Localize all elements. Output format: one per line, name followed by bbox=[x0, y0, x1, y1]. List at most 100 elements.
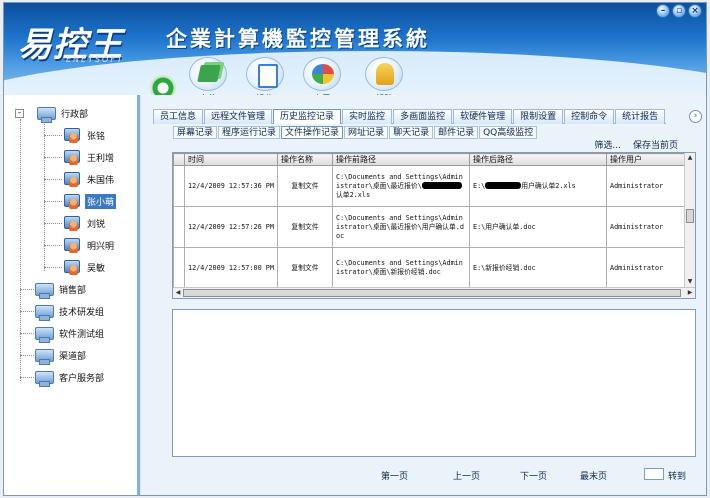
subtab-urls[interactable]: 网址记录 bbox=[344, 126, 389, 139]
cell-after: E:\ 用户确认单2.xls bbox=[469, 165, 607, 207]
app-title: 企業計算機監控管理系統 bbox=[166, 27, 430, 51]
scroll-down-icon[interactable]: ▼ bbox=[686, 278, 694, 286]
tree-guide bbox=[44, 157, 62, 158]
view-icon bbox=[303, 57, 341, 91]
restore-button[interactable]: ▫ bbox=[672, 4, 686, 18]
col-header-after[interactable]: 操作后路径 bbox=[469, 153, 607, 166]
tree-user[interactable]: 张铭 bbox=[62, 125, 107, 145]
toolbar-view-button[interactable]: 查看 bbox=[296, 57, 348, 95]
tree-user[interactable]: 朱国伟 bbox=[62, 169, 116, 189]
table-row[interactable]: 12/4/2009 12:57:26 PM 复制文件 C:\Documents … bbox=[173, 206, 686, 248]
minimize-button[interactable]: – bbox=[656, 4, 670, 18]
tree-group-service[interactable]: 客户服务部 bbox=[34, 367, 106, 387]
scroll-thumb[interactable] bbox=[183, 289, 681, 297]
tree-group-qa[interactable]: 软件测试组 bbox=[34, 323, 106, 343]
tab-hardware[interactable]: 软硬件管理 bbox=[453, 109, 513, 124]
main-panel: 员工信息 远程文件管理 历史监控记录 实时监控 多画面监控 软硬件管理 限制设置… bbox=[141, 95, 706, 495]
tree-user[interactable]: 吴敏 bbox=[62, 257, 107, 277]
tab-commands[interactable]: 控制命令 bbox=[564, 109, 615, 124]
tree-user[interactable]: 明兴明 bbox=[62, 235, 116, 255]
tree-user-label: 张小萌 bbox=[85, 193, 117, 209]
tree-group-rnd[interactable]: 技术研发组 bbox=[34, 301, 106, 321]
detail-pane bbox=[172, 309, 696, 457]
close-button[interactable]: × bbox=[688, 4, 702, 18]
last-page-button[interactable]: 最末页 bbox=[580, 469, 607, 482]
cell-after: E:\新报价经销.doc bbox=[469, 247, 607, 289]
tab-employee-info[interactable]: 员工信息 bbox=[153, 109, 204, 124]
window-controls: – ▫ × bbox=[656, 4, 702, 18]
main-tabs: 员工信息 远程文件管理 历史监控记录 实时监控 多画面监控 软硬件管理 限制设置… bbox=[153, 109, 667, 124]
tree-guide bbox=[44, 223, 62, 224]
cell-before: C:\Documents and Settings\Administrator\… bbox=[332, 247, 470, 289]
scroll-up-icon[interactable]: ▲ bbox=[686, 154, 694, 162]
cell-time: 12/4/2009 12:57:36 PM bbox=[184, 165, 278, 207]
row-selector[interactable] bbox=[173, 247, 185, 289]
tab-restrictions[interactable]: 限制设置 bbox=[513, 109, 564, 124]
tree-user[interactable]: 王利增 bbox=[62, 147, 116, 167]
col-header-user[interactable]: 操作用户 bbox=[606, 153, 686, 166]
scroll-right-icon[interactable]: ▶ bbox=[686, 289, 694, 297]
user-icon bbox=[62, 192, 82, 210]
scroll-thumb[interactable] bbox=[686, 209, 694, 223]
tree-guide bbox=[44, 135, 62, 136]
subtab-mail[interactable]: 邮件记录 bbox=[434, 126, 479, 139]
tree-user[interactable]: 刘锐 bbox=[62, 213, 107, 233]
tab-reports[interactable]: 统计报告 bbox=[615, 109, 666, 124]
col-header-time[interactable]: 时间 bbox=[184, 153, 278, 166]
table-row[interactable]: 12/4/2009 12:57:36 PM 复制文件 C:\Documents … bbox=[173, 165, 686, 207]
tree-guide bbox=[44, 267, 62, 268]
row-selector[interactable] bbox=[173, 206, 185, 248]
page-number-input[interactable] bbox=[644, 468, 664, 480]
row-selector[interactable] bbox=[173, 165, 185, 207]
subtab-screen[interactable]: 屏幕记录 bbox=[173, 126, 218, 139]
tree-guide bbox=[44, 179, 62, 180]
tree-user-label: 朱国伟 bbox=[87, 175, 115, 186]
user-icon bbox=[62, 126, 82, 144]
jump-button[interactable]: 转到 bbox=[668, 469, 686, 482]
cell-action: 复制文件 bbox=[277, 247, 333, 289]
cell-user: Administrator bbox=[606, 206, 686, 248]
first-page-button[interactable]: 第一页 bbox=[381, 469, 408, 482]
app-window: 易控王 ENETSOFT 企業計算機監控管理系統 – ▫ × 文件 操作 查看 … bbox=[3, 2, 707, 496]
subtab-qq[interactable]: QQ高级监控 bbox=[479, 126, 538, 139]
col-header-before[interactable]: 操作前路径 bbox=[332, 153, 470, 166]
tree-user-label: 王利增 bbox=[87, 153, 115, 164]
vertical-scrollbar[interactable]: ▲ ▼ bbox=[684, 153, 695, 287]
next-page-button[interactable]: 下一页 bbox=[520, 469, 547, 482]
col-header-action[interactable]: 操作名称 bbox=[277, 153, 333, 166]
table-row[interactable]: 12/4/2009 12:57:00 PM 复制文件 C:\Documents … bbox=[173, 247, 686, 289]
tree-group-channel[interactable]: 渠道部 bbox=[34, 345, 88, 365]
logo-subtext: ENETSOFT bbox=[66, 55, 124, 64]
subtab-file-ops[interactable]: 文件操作记录 bbox=[281, 126, 344, 139]
tab-multiscreen[interactable]: 多画面监控 bbox=[393, 109, 453, 124]
filter-link[interactable]: 筛选... bbox=[594, 138, 621, 151]
row-header-cell bbox=[173, 153, 185, 166]
cell-user: Administrator bbox=[606, 165, 686, 207]
help-icon bbox=[365, 57, 403, 91]
tree-guide bbox=[44, 201, 62, 202]
toolbar-file-button[interactable]: 文件 bbox=[182, 57, 234, 95]
subtab-programs[interactable]: 程序运行记录 bbox=[218, 126, 281, 139]
horizontal-scrollbar[interactable]: ◀ ▶ bbox=[173, 287, 695, 298]
group-icon bbox=[34, 280, 54, 299]
tree-user-selected[interactable]: 张小萌 bbox=[62, 191, 117, 211]
tab-realtime[interactable]: 实时监控 bbox=[342, 109, 393, 124]
tree-group-admin[interactable]: 行政部 bbox=[36, 103, 90, 123]
toolbar-operate-button[interactable]: 操作 bbox=[239, 57, 291, 95]
tabs-scroll-icon[interactable]: › bbox=[689, 110, 702, 123]
cell-before: C:\Documents and Settings\Administrator\… bbox=[332, 206, 470, 248]
toolbar-help-button[interactable]: 帮助 bbox=[358, 57, 410, 95]
tab-remote-files[interactable]: 远程文件管理 bbox=[204, 109, 273, 124]
cell-action: 复制文件 bbox=[277, 165, 333, 207]
prev-page-button[interactable]: 上一页 bbox=[453, 469, 480, 482]
tree-user-label: 吴敏 bbox=[87, 263, 106, 274]
file-ops-table: 时间 操作名称 操作前路径 操作后路径 操作用户 12/4/2009 12:57… bbox=[172, 152, 696, 299]
save-page-link[interactable]: 保存当前页 bbox=[633, 138, 678, 151]
cell-time: 12/4/2009 12:57:26 PM bbox=[184, 206, 278, 248]
scroll-left-icon[interactable]: ◀ bbox=[174, 289, 182, 297]
tree-group-sales[interactable]: 销售部 bbox=[34, 279, 88, 299]
subtab-chat[interactable]: 聊天记录 bbox=[389, 126, 434, 139]
tab-history[interactable]: 历史监控记录 bbox=[273, 109, 342, 124]
tree-group-label: 行政部 bbox=[61, 109, 89, 120]
collapse-icon[interactable]: – bbox=[15, 109, 24, 118]
